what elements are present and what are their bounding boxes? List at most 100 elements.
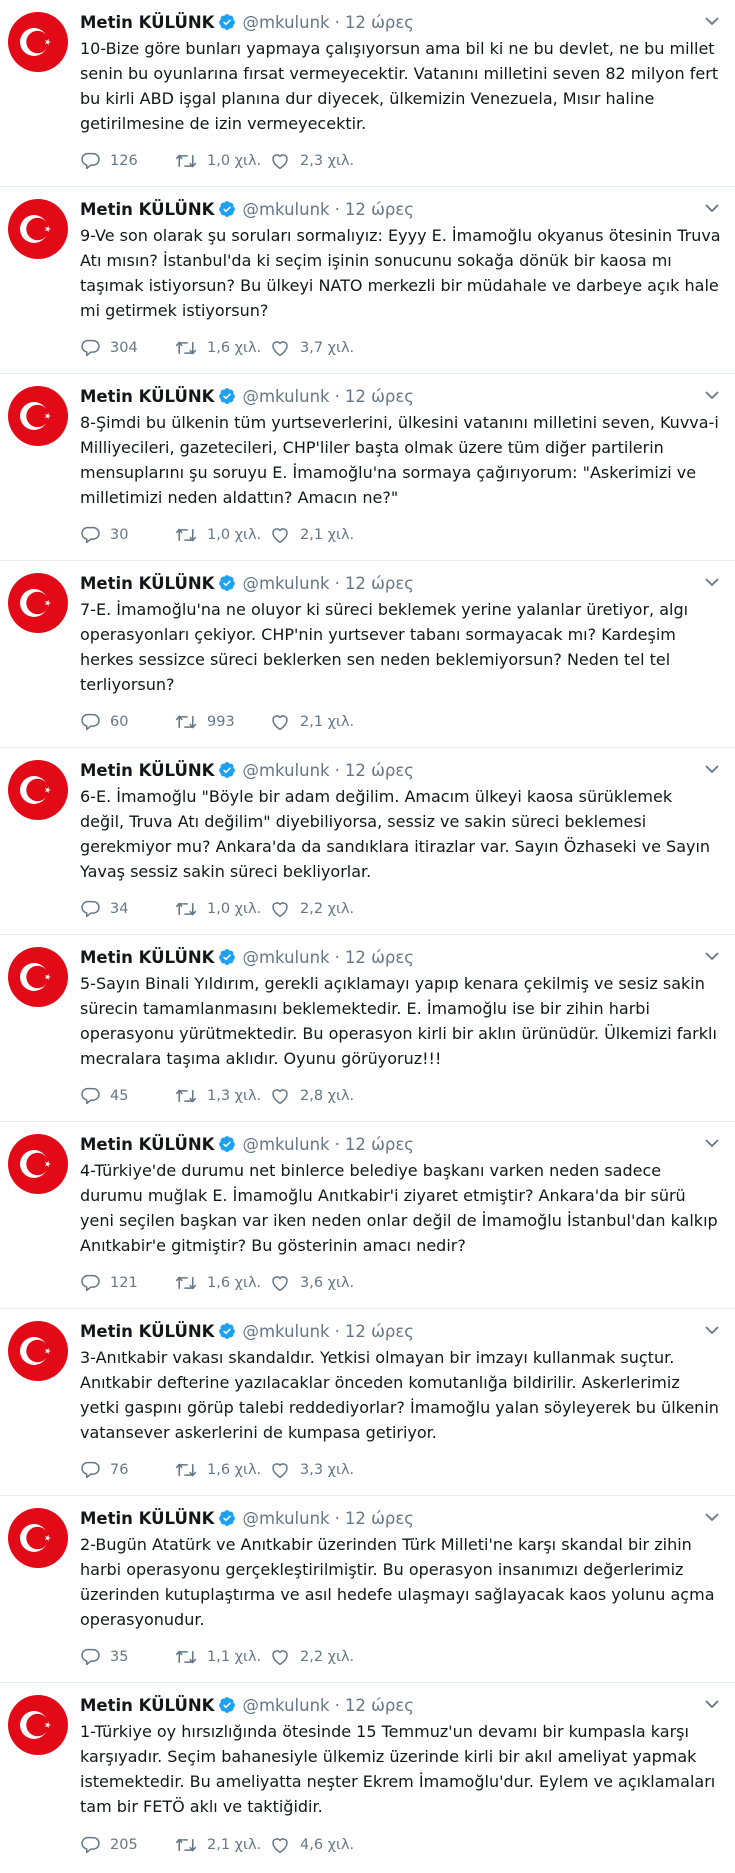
tweet[interactable]: Metin KÜLÜNK @mkulunk · 12 ώρες 8-Şimdi …	[0, 374, 735, 561]
tweet[interactable]: Metin KÜLÜNK @mkulunk · 12 ώρες 2-Bugün …	[0, 1496, 735, 1683]
tweet-timestamp[interactable]: 12 ώρες	[345, 387, 414, 406]
tweet[interactable]: Metin KÜLÜNK @mkulunk · 12 ώρες 1-Türkiy…	[0, 1683, 735, 1870]
tweet[interactable]: Metin KÜLÜNK @mkulunk · 12 ώρες 7-E. İma…	[0, 561, 735, 748]
author-name[interactable]: Metin KÜLÜNK	[80, 1322, 214, 1341]
tweet[interactable]: Metin KÜLÜNK @mkulunk · 12 ώρες 5-Sayın …	[0, 935, 735, 1122]
tweet-timestamp[interactable]: 12 ώρες	[345, 1135, 414, 1154]
tweet-timestamp[interactable]: 12 ώρες	[345, 761, 414, 780]
reply-button[interactable]: 76	[80, 1461, 175, 1479]
retweet-button[interactable]: 1,0 χιλ.	[175, 900, 270, 918]
reply-button[interactable]: 304	[80, 339, 175, 357]
author-name[interactable]: Metin KÜLÜNK	[80, 761, 214, 780]
avatar[interactable]	[8, 760, 68, 820]
like-button[interactable]: 3,7 χιλ.	[270, 339, 365, 357]
author-handle[interactable]: @mkulunk	[242, 574, 329, 593]
separator-dot: ·	[334, 1134, 340, 1154]
heart-icon	[272, 1276, 288, 1292]
avatar[interactable]	[8, 1134, 68, 1194]
like-count: 4,6 χιλ.	[300, 1837, 355, 1853]
reply-button[interactable]: 126	[80, 152, 175, 170]
tweet-actions: 34 1,0 χιλ. 2,2 χιλ.	[80, 900, 365, 918]
avatar[interactable]	[8, 386, 68, 446]
chevron-down-icon[interactable]	[703, 1136, 721, 1150]
author-name[interactable]: Metin KÜLÜNK	[80, 948, 214, 967]
chevron-down-icon[interactable]	[703, 201, 721, 215]
retweet-button[interactable]: 993	[175, 713, 270, 731]
chevron-down-icon[interactable]	[703, 762, 721, 776]
like-button[interactable]: 3,6 χιλ.	[270, 1274, 365, 1292]
author-handle[interactable]: @mkulunk	[242, 387, 329, 406]
turkish-flag-icon	[20, 1150, 51, 1178]
chevron-down-icon[interactable]	[703, 949, 721, 963]
avatar[interactable]	[8, 1508, 68, 1568]
reply-button[interactable]: 121	[80, 1274, 175, 1292]
retweet-button[interactable]: 1,6 χιλ.	[175, 339, 270, 357]
reply-button[interactable]: 34	[80, 900, 175, 918]
retweet-button[interactable]: 1,0 χιλ.	[175, 152, 270, 170]
like-button[interactable]: 2,3 χιλ.	[270, 152, 365, 170]
like-button[interactable]: 2,1 χιλ.	[270, 526, 365, 544]
heart-icon	[272, 715, 288, 731]
retweet-button[interactable]: 1,6 χιλ.	[175, 1461, 270, 1479]
avatar[interactable]	[8, 1321, 68, 1381]
author-name[interactable]: Metin KÜLÜNK	[80, 387, 214, 406]
tweet-timestamp[interactable]: 12 ώρες	[345, 948, 414, 967]
heart-icon	[272, 1463, 288, 1479]
chevron-down-icon[interactable]	[703, 1697, 721, 1711]
author-handle[interactable]: @mkulunk	[242, 200, 329, 219]
author-name[interactable]: Metin KÜLÜNK	[80, 200, 214, 219]
reply-button[interactable]: 60	[80, 713, 175, 731]
chevron-down-icon[interactable]	[703, 14, 721, 28]
author-handle[interactable]: @mkulunk	[242, 1135, 329, 1154]
author-name[interactable]: Metin KÜLÜNK	[80, 13, 214, 32]
author-name[interactable]: Metin KÜLÜNK	[80, 1509, 214, 1528]
tweet[interactable]: Metin KÜLÜNK @mkulunk · 12 ώρες 6-E. İma…	[0, 748, 735, 935]
reply-button[interactable]: 35	[80, 1648, 175, 1666]
tweet-timestamp[interactable]: 12 ώρες	[345, 13, 414, 32]
reply-button[interactable]: 30	[80, 526, 175, 544]
avatar[interactable]	[8, 12, 68, 72]
like-button[interactable]: 4,6 χιλ.	[270, 1836, 365, 1854]
reply-button[interactable]: 45	[80, 1087, 175, 1105]
like-button[interactable]: 2,2 χιλ.	[270, 1648, 365, 1666]
chevron-down-icon[interactable]	[703, 1323, 721, 1337]
like-button[interactable]: 3,3 χιλ.	[270, 1461, 365, 1479]
tweet[interactable]: Metin KÜLÜNK @mkulunk · 12 ώρες 9-Ve son…	[0, 187, 735, 374]
author-handle[interactable]: @mkulunk	[242, 1509, 329, 1528]
retweet-button[interactable]: 1,6 χιλ.	[175, 1274, 270, 1292]
tweet[interactable]: Metin KÜLÜNK @mkulunk · 12 ώρες 3-Anıtka…	[0, 1309, 735, 1496]
reply-button[interactable]: 205	[80, 1836, 175, 1854]
avatar[interactable]	[8, 573, 68, 633]
like-button[interactable]: 2,2 χιλ.	[270, 900, 365, 918]
tweet[interactable]: Metin KÜLÜNK @mkulunk · 12 ώρες 4-Türkiy…	[0, 1122, 735, 1309]
author-name[interactable]: Metin KÜLÜNK	[80, 574, 214, 593]
avatar[interactable]	[8, 947, 68, 1007]
tweet-text: 5-Sayın Binali Yıldırım, gerekli açıklam…	[80, 974, 717, 1068]
author-name[interactable]: Metin KÜLÜNK	[80, 1696, 214, 1715]
chevron-down-icon[interactable]	[703, 388, 721, 402]
author-handle[interactable]: @mkulunk	[242, 1322, 329, 1341]
author-handle[interactable]: @mkulunk	[242, 761, 329, 780]
retweet-button[interactable]: 1,1 χιλ.	[175, 1648, 270, 1666]
chevron-down-icon[interactable]	[703, 575, 721, 589]
tweet-timestamp[interactable]: 12 ώρες	[345, 1322, 414, 1341]
tweet-timestamp[interactable]: 12 ώρες	[345, 200, 414, 219]
tweet[interactable]: Metin KÜLÜNK @mkulunk · 12 ώρες 10-Bize …	[0, 0, 735, 187]
retweet-button[interactable]: 1,3 χιλ.	[175, 1087, 270, 1105]
like-button[interactable]: 2,1 χιλ.	[270, 713, 365, 731]
turkish-flag-icon	[20, 28, 51, 56]
avatar[interactable]	[8, 1695, 68, 1755]
chevron-down-icon[interactable]	[703, 1510, 721, 1524]
avatar[interactable]	[8, 199, 68, 259]
separator-dot: ·	[334, 947, 340, 967]
tweet-timestamp[interactable]: 12 ώρες	[345, 1509, 414, 1528]
retweet-button[interactable]: 2,1 χιλ.	[175, 1836, 270, 1854]
retweet-button[interactable]: 1,0 χιλ.	[175, 526, 270, 544]
author-handle[interactable]: @mkulunk	[242, 948, 329, 967]
like-button[interactable]: 2,8 χιλ.	[270, 1087, 365, 1105]
author-handle[interactable]: @mkulunk	[242, 13, 329, 32]
tweet-timestamp[interactable]: 12 ώρες	[345, 1696, 414, 1715]
author-handle[interactable]: @mkulunk	[242, 1696, 329, 1715]
author-name[interactable]: Metin KÜLÜNK	[80, 1135, 214, 1154]
tweet-timestamp[interactable]: 12 ώρες	[345, 574, 414, 593]
